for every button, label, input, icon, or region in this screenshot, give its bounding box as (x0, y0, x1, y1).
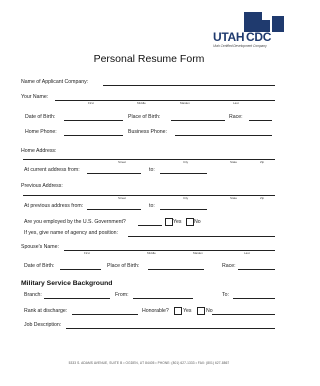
address-part-city: City (183, 160, 189, 164)
race-label: Race: (229, 114, 243, 120)
previous-address-part-state: State (230, 196, 238, 200)
agency-position-field[interactable] (128, 236, 275, 237)
military-branch-field[interactable] (44, 298, 110, 299)
agency-position-label: If yes, give name of agency and position… (24, 230, 119, 236)
logo-utah-text: UTAH (213, 30, 245, 44)
military-section-heading: Military Service Background (21, 280, 113, 287)
your-name-label: Your Name: (21, 94, 49, 100)
job-description-field[interactable] (66, 328, 275, 329)
rank-at-discharge-field[interactable] (72, 314, 138, 315)
logo-cdc-text: CDC (246, 30, 272, 44)
place-of-birth-field[interactable] (171, 120, 225, 121)
military-from-field[interactable] (133, 298, 193, 299)
previous-address-part-zip: Zip (260, 196, 265, 200)
logo-emblem-icon (244, 12, 284, 32)
military-branch-label: Branch: (24, 292, 42, 298)
home-address-field[interactable] (23, 159, 275, 160)
employed-no-checkbox[interactable] (186, 218, 194, 226)
honorable-yes-checkbox[interactable] (174, 307, 182, 315)
rank-at-discharge-label: Rank at discharge: (24, 308, 68, 314)
job-description-label: Job Description: (24, 322, 62, 328)
military-to-label: To: (222, 292, 229, 298)
military-to-field[interactable] (233, 298, 275, 299)
spouse-name-label: Spouse's Name: (21, 244, 59, 250)
previous-address-to-label: to: (149, 203, 155, 209)
honorable-yes-label: Yes (183, 308, 192, 314)
employed-yes-label: Yes (173, 219, 182, 225)
spouse-race-field[interactable] (238, 269, 275, 270)
spouse-name-part-maiden: Maiden (193, 251, 203, 255)
address-part-street: Street (118, 160, 127, 164)
footer-address: 5333 S. ADAMS AVENUE, SUITE B • OGDEN, U… (68, 361, 230, 365)
dob-label: Date of Birth: (25, 114, 56, 120)
previous-address-field[interactable] (23, 195, 275, 196)
name-part-middle: Middle (137, 101, 146, 105)
business-phone-label: Business Phone: (128, 129, 167, 135)
address-part-zip: Zip (260, 160, 265, 164)
previous-address-to-field[interactable] (160, 209, 207, 210)
honorable-label: Honorable? (142, 308, 169, 314)
current-address-to-label: to: (149, 167, 155, 173)
current-address-from-label: At current address from: (24, 167, 80, 173)
spouse-name-part-last: Last (244, 251, 250, 255)
employed-yes-checkbox[interactable] (165, 218, 173, 226)
spouse-name-part-first: First (84, 251, 90, 255)
race-field[interactable] (249, 120, 272, 121)
home-phone-field[interactable] (64, 135, 123, 136)
name-part-last: Last (233, 101, 239, 105)
honorable-line (212, 314, 275, 315)
applicant-company-label: Name of Applicant Company: (21, 79, 89, 85)
spouse-name-part-middle: Middle (147, 251, 156, 255)
spouse-race-label: Race: (222, 263, 236, 269)
spouse-dob-label: Date of Birth: (24, 263, 55, 269)
employed-question-line (138, 225, 162, 226)
applicant-company-field[interactable] (103, 85, 275, 86)
address-part-state: State (230, 160, 238, 164)
logo-tagline: Utah Certified Development Company (213, 44, 267, 48)
home-address-label: Home Address: (21, 148, 57, 154)
previous-address-from-field[interactable] (87, 209, 141, 210)
spouse-place-of-birth-label: Place of Birth: (107, 263, 140, 269)
spouse-place-of-birth-field[interactable] (148, 269, 204, 270)
employed-question-label: Are you employed by the U.S. Government? (24, 219, 126, 225)
dob-field[interactable] (64, 120, 123, 121)
spouse-dob-field[interactable] (60, 269, 101, 270)
current-address-to-field[interactable] (160, 173, 207, 174)
place-of-birth-label: Place of Birth: (128, 114, 161, 120)
name-part-maiden: Maiden (180, 101, 190, 105)
previous-address-part-street: Street (118, 196, 127, 200)
previous-address-part-city: City (183, 196, 189, 200)
name-part-first: First (88, 101, 94, 105)
honorable-no-checkbox[interactable] (197, 307, 205, 315)
current-address-from-field[interactable] (87, 173, 141, 174)
military-from-label: From: (115, 292, 129, 298)
previous-address-label: Previous Address: (21, 183, 63, 189)
page-title: Personal Resume Form (93, 53, 205, 65)
previous-address-from-label: At previous address from: (24, 203, 84, 209)
business-phone-field[interactable] (175, 135, 272, 136)
employed-no-label: No (194, 219, 201, 225)
home-phone-label: Home Phone: (25, 129, 57, 135)
